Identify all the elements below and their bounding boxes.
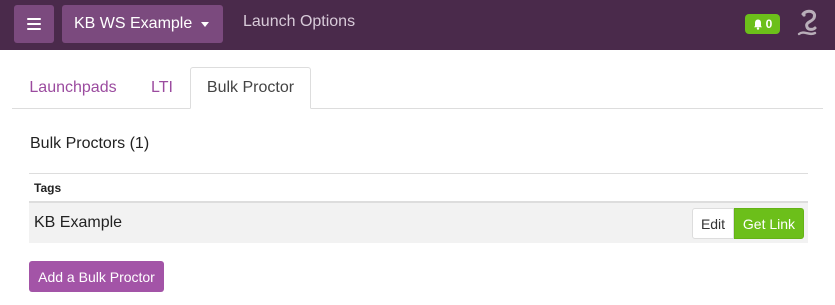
menu-icon bbox=[27, 18, 41, 30]
table-header-tags: Tags bbox=[29, 173, 808, 203]
workspace-label: KB WS Example bbox=[74, 15, 193, 32]
add-bulk-proctor-button[interactable]: Add a Bulk Proctor bbox=[29, 261, 164, 292]
menu-button[interactable] bbox=[14, 5, 54, 43]
workspace-dropdown[interactable]: KB WS Example bbox=[62, 5, 223, 43]
tab-launchpads[interactable]: Launchpads bbox=[12, 67, 134, 108]
tab-bar: Launchpads LTI Bulk Proctor bbox=[12, 67, 823, 109]
launch-options-link[interactable]: Launch Options bbox=[243, 13, 355, 31]
row-actions: Edit Get Link bbox=[692, 208, 804, 239]
logo-icon[interactable] bbox=[795, 8, 823, 40]
edit-button[interactable]: Edit bbox=[692, 208, 734, 239]
notification-badge[interactable]: 0 bbox=[745, 14, 780, 34]
bulk-proctor-table: Tags KB Example Edit Get Link bbox=[29, 173, 808, 243]
tab-bulk-proctor[interactable]: Bulk Proctor bbox=[190, 67, 311, 109]
row-tag: KB Example bbox=[34, 214, 123, 231]
get-link-button[interactable]: Get Link bbox=[734, 208, 804, 239]
top-navbar: KB WS Example Launch Options 0 bbox=[0, 0, 835, 50]
caret-down-icon bbox=[201, 21, 210, 27]
notification-count: 0 bbox=[765, 17, 773, 31]
table-row: KB Example Edit Get Link bbox=[29, 203, 808, 243]
tab-lti[interactable]: LTI bbox=[136, 67, 188, 108]
bell-icon bbox=[753, 19, 762, 30]
section-title: Bulk Proctors (1) bbox=[30, 135, 150, 152]
